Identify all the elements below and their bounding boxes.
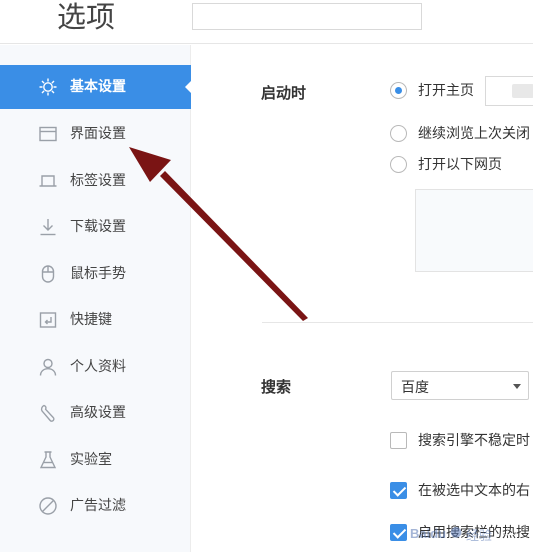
sidebar-item-basic-settings[interactable]: 基本设置: [0, 65, 192, 109]
search-engine-select[interactable]: 百度: [391, 371, 529, 400]
options-header: 选项: [0, 0, 533, 44]
paw-icon: ●: [450, 524, 463, 540]
section-divider: [262, 322, 533, 323]
search-selected-text-checkbox[interactable]: [390, 482, 407, 499]
watermark-brand: Baidu: [410, 526, 447, 541]
homepage-url-value: [512, 84, 533, 98]
download-icon: [38, 217, 58, 237]
search-option-label: 搜索引擎不稳定时: [418, 433, 530, 449]
search-option-label: 在被选中文本的右: [418, 483, 530, 499]
startup-open-homepage-radio[interactable]: [390, 82, 407, 99]
sidebar-item-download-settings[interactable]: 下载设置: [0, 205, 191, 249]
block-icon: [38, 496, 58, 516]
sidebar-item-label: 鼠标手势: [70, 266, 126, 282]
startup-pages-list[interactable]: [415, 189, 533, 272]
gear-icon: [38, 77, 58, 97]
baidu-watermark: Baidu ● 经验: [410, 520, 530, 546]
tab-icon: [38, 171, 58, 191]
watermark-text: 经验: [466, 529, 493, 544]
sidebar-item-advanced-settings[interactable]: 高级设置: [0, 391, 191, 435]
person-icon: [38, 357, 58, 377]
startup-option-label: 继续浏览上次关闭: [418, 126, 530, 142]
startup-option-label: 打开以下网页: [418, 157, 502, 173]
keyboard-shortcut-icon: [38, 310, 58, 330]
sidebar-item-profile[interactable]: 个人资料: [0, 345, 191, 389]
sidebar-item-ad-filter[interactable]: 广告过滤: [0, 484, 191, 528]
wrench-icon: [38, 403, 58, 423]
homepage-url-input[interactable]: [485, 76, 533, 106]
sidebar-item-label: 个人资料: [70, 359, 126, 375]
sidebar-item-label: 界面设置: [70, 126, 126, 142]
page-title: 选项: [57, 0, 116, 34]
sidebar: 基本设置 界面设置 标签设置 下载设置 鼠标手势 快捷键 个人资料 高级设置 实…: [0, 45, 192, 552]
sidebar-item-label: 标签设置: [70, 173, 126, 189]
sidebar-item-interface-settings[interactable]: 界面设置: [0, 112, 191, 156]
sidebar-item-shortcuts[interactable]: 快捷键: [0, 298, 191, 342]
startup-section-label: 启动时: [261, 84, 307, 102]
search-engine-value: 百度: [401, 380, 429, 396]
sidebar-item-tab-settings[interactable]: 标签设置: [0, 159, 191, 203]
sidebar-item-mouse-gestures[interactable]: 鼠标手势: [0, 252, 191, 296]
search-input[interactable]: [192, 3, 422, 30]
sidebar-item-lab[interactable]: 实验室: [0, 438, 191, 482]
startup-option-label: 打开主页: [418, 83, 474, 99]
sidebar-item-label: 广告过滤: [70, 498, 126, 514]
sidebar-item-label: 基本设置: [70, 79, 126, 95]
search-fallback-checkbox[interactable]: [390, 432, 407, 449]
search-section-label: 搜索: [261, 378, 292, 396]
sidebar-item-label: 高级设置: [70, 405, 126, 421]
sidebar-item-label: 下载设置: [70, 219, 126, 235]
sidebar-item-label: 实验室: [70, 452, 112, 468]
window-icon: [38, 124, 58, 144]
startup-continue-session-radio[interactable]: [390, 125, 407, 142]
search-hot-search-checkbox[interactable]: [390, 524, 407, 541]
mouse-icon: [38, 264, 58, 284]
sidebar-item-label: 快捷键: [70, 312, 112, 328]
settings-panel: 启动时 打开主页 继续浏览上次关闭 打开以下网页 搜索 百度 搜索引擎不稳定时 …: [192, 45, 533, 552]
flask-icon: [38, 450, 58, 470]
startup-open-pages-radio[interactable]: [390, 156, 407, 173]
chevron-down-icon: [513, 384, 521, 389]
